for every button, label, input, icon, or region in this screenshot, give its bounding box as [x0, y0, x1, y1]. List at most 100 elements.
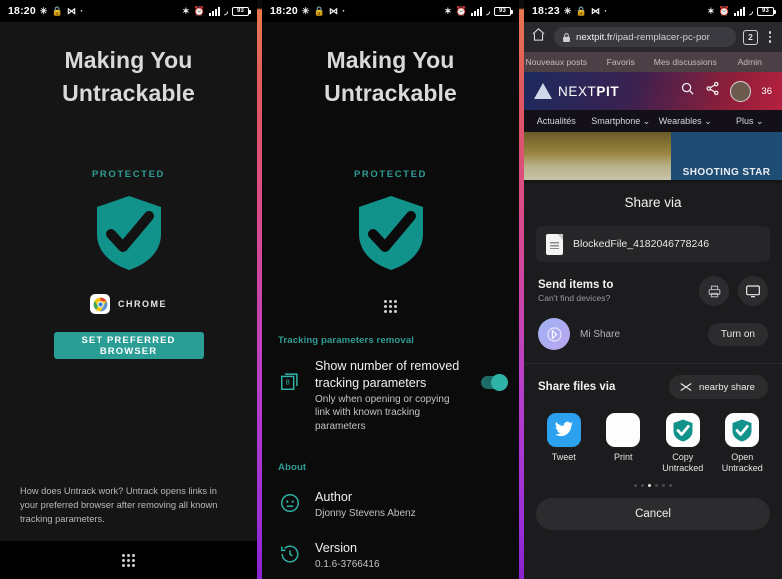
about-list: Author Djonny Stevens Abenz Version 0.1.… — [262, 479, 519, 579]
pager-dot — [662, 483, 665, 487]
wifi-icon: ◞ — [486, 5, 490, 16]
turn-on-button[interactable]: Turn on — [707, 322, 768, 346]
status-bar-2: 18:20 ✳ 🔒 ⋈ · ✶ ⏰ ◞ 93 — [262, 0, 519, 22]
pager-dot — [641, 483, 644, 487]
share-target-apps: Tweet Print Copy Untracked Open Untracke… — [524, 399, 782, 475]
share-files-via-section: Share files via nearby share — [524, 364, 782, 399]
dot-icon: · — [342, 5, 346, 16]
nearby-share-button[interactable]: nearby share — [669, 375, 768, 399]
about-row-author[interactable]: Author Djonny Stevens Abenz — [262, 479, 519, 530]
signal-icon — [734, 6, 746, 16]
about-row-version[interactable]: Version 0.1.6-3766416 — [262, 530, 519, 579]
nextpit-logo[interactable]: NEXTPIT — [534, 83, 619, 99]
site-tab-mes-discussions[interactable]: Mes discussions — [653, 57, 718, 67]
hero-title-line2: Untrackable — [324, 79, 457, 106]
site-tab-admin[interactable]: Admin — [718, 57, 782, 67]
phone-panel-browser-share: 18:23 ✳ 🔒 ⋈ · ✶ ⏰ ◞ 93 nextpit.fr/ipad-r… — [524, 0, 782, 579]
home-icon[interactable] — [531, 27, 547, 47]
search-icon[interactable] — [680, 81, 695, 101]
bluetooth-icon: ✶ — [182, 5, 190, 16]
battery-icon: 93 — [494, 6, 513, 16]
battery-icon: 93 — [757, 6, 776, 16]
share-target-tweet[interactable]: Tweet — [536, 413, 592, 475]
status-time: 18:20 — [270, 5, 298, 17]
share-target-open-untracked[interactable]: Open Untracked — [714, 413, 770, 475]
share-target-copy-untracked[interactable]: Copy Untracked — [655, 413, 711, 475]
lock-icon: 🔒 — [51, 5, 64, 16]
section-about-title: About — [278, 461, 307, 473]
person-circle-icon — [278, 491, 302, 515]
shield-check-icon — [665, 413, 700, 447]
setting-toggle-switch[interactable] — [481, 374, 508, 392]
share-target-label: Print — [613, 452, 633, 462]
setting-subtitle: Only when opening or copying link with k… — [315, 393, 450, 433]
share-icon[interactable] — [705, 81, 720, 101]
logo-text-first: NEXT — [558, 83, 597, 99]
alarm-icon: ⏰ — [455, 5, 468, 16]
share-target-label: Copy Untracked — [662, 452, 704, 474]
pager-dot — [634, 483, 637, 487]
hero-title-line1: Making You — [326, 47, 455, 73]
share-target-print[interactable]: Print — [595, 413, 651, 475]
screenshot-stage: 18:20 ✳ 🔒 ⋈ · ✶ ⏰ ◞ 93 Making You Untrac… — [0, 0, 782, 579]
hero-title-block-1: Making You Untrackable — [0, 22, 257, 109]
wifi-icon: ◞ — [749, 5, 753, 16]
mi-share-label: Mi Share — [580, 328, 621, 340]
kebab-menu-icon[interactable] — [765, 31, 775, 43]
share-sheet-title: Share via — [624, 195, 682, 210]
logo-triangle-icon — [534, 83, 552, 99]
notification-count-badge: 36 — [761, 85, 772, 97]
status-bar-1: 18:20 ✳ 🔒 ⋈ · ✶ ⏰ ◞ 93 — [0, 0, 257, 22]
share-targets-pager — [524, 483, 782, 487]
counter-badge-icon: 8 — [278, 369, 302, 393]
ad-text: SHOOTING STAR — [682, 167, 771, 178]
sheet-drag-handle[interactable] — [262, 300, 519, 314]
tab-count-button[interactable]: 2 — [743, 29, 758, 45]
site-tab-favoris[interactable]: Favoris — [589, 57, 654, 67]
printer-icon[interactable] — [699, 276, 729, 306]
preferred-browser-chip[interactable]: CHROME — [0, 294, 257, 315]
setting-row-show-removed-count[interactable]: 8 Show number of removed tracking parame… — [262, 352, 519, 440]
site-nav-plus[interactable]: Plus ⌄ — [718, 116, 782, 127]
status-time: 18:23 — [532, 5, 560, 17]
status-bar-3: 18:23 ✳ 🔒 ⋈ · ✶ ⏰ ◞ 93 — [524, 0, 782, 22]
nfc-icon: ✳ — [563, 5, 572, 16]
nearby-share-icon — [680, 383, 692, 391]
shared-file-row[interactable]: BlockedFile_4182046778246 — [536, 226, 770, 262]
ad-banner[interactable]: SHOOTING STAR — [671, 132, 782, 180]
about-value: 0.1.6-3766416 — [315, 558, 380, 570]
pager-dot-active — [648, 483, 651, 487]
signal-icon — [209, 6, 221, 16]
pager-dot — [655, 483, 658, 487]
section-tracking-title: Tracking parameters removal — [278, 335, 415, 347]
hero-title-line1: Making You — [64, 47, 193, 73]
about-value: Djonny Stevens Abenz — [315, 507, 416, 519]
lock-icon: 🔒 — [575, 5, 588, 16]
site-nav-actualites[interactable]: Actualités — [524, 116, 589, 126]
shared-file-name: BlockedFile_4182046778246 — [573, 238, 710, 250]
site-nav-wearables[interactable]: Wearables ⌄ — [653, 116, 718, 127]
nearby-share-label: nearby share — [699, 381, 755, 393]
display-icon[interactable] — [738, 276, 768, 306]
site-nav-smartphone[interactable]: Smartphone ⌄ — [589, 116, 654, 127]
site-nav: Actualités Smartphone ⌄ Wearables ⌄ Plus… — [524, 110, 782, 132]
logo-text-second: PIT — [596, 83, 620, 99]
url-bar[interactable]: nextpit.fr/ipad-remplacer-pc-por — [554, 27, 736, 47]
site-tab-nouveaux-posts[interactable]: Nouveaux posts — [524, 57, 589, 67]
share-target-label: Tweet — [551, 452, 576, 462]
dnd-icon: ⋈ — [329, 5, 339, 16]
protected-label: PROTECTED — [92, 169, 165, 181]
protected-label: PROTECTED — [354, 169, 427, 181]
url-path: /ipad-remplacer-pc-por — [612, 31, 710, 43]
site-top-tabs: Nouveaux posts Favoris Mes discussions A… — [524, 52, 782, 72]
set-preferred-browser-button[interactable]: SET PREFERRED BROWSER — [53, 332, 204, 360]
nfc-icon: ✳ — [301, 5, 310, 16]
dot-icon: · — [604, 5, 608, 16]
lock-icon: 🔒 — [313, 5, 326, 16]
send-items-title: Send items to — [538, 279, 614, 291]
avatar[interactable] — [730, 80, 752, 102]
cancel-button[interactable]: Cancel — [536, 497, 770, 530]
mi-share-icon — [538, 318, 570, 350]
app-drawer-handle-icon[interactable] — [122, 553, 135, 567]
send-items-subtitle[interactable]: Can't find devices? — [538, 293, 613, 303]
